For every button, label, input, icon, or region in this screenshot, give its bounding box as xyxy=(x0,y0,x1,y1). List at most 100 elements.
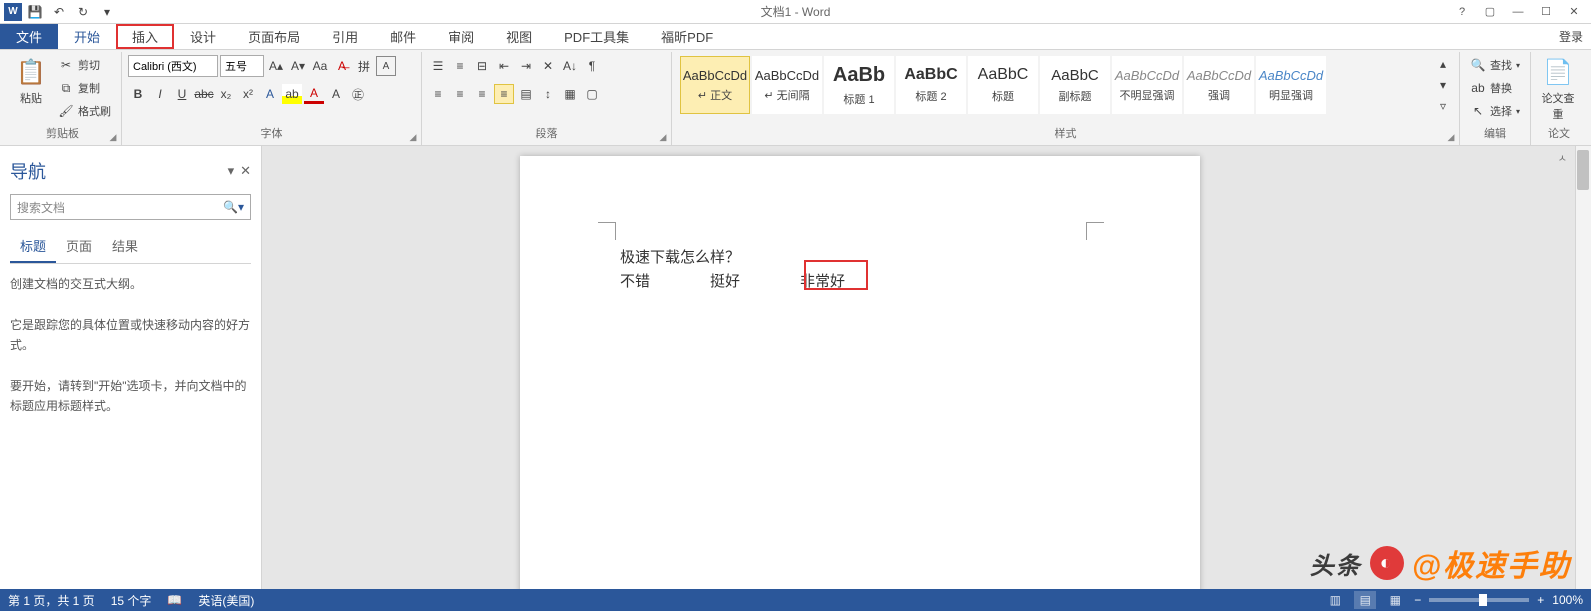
cut-button[interactable]: ✂剪切 xyxy=(54,54,115,76)
clipboard-launcher-icon[interactable]: ◢ xyxy=(107,131,119,143)
save-button[interactable]: 💾 xyxy=(24,1,46,23)
italic-button[interactable]: I xyxy=(150,84,170,104)
phonetic-guide-button[interactable]: 拼 xyxy=(354,56,374,76)
status-proofing-icon[interactable]: 📖 xyxy=(167,593,182,607)
justify-button[interactable]: ≡ xyxy=(494,84,514,104)
font-launcher-icon[interactable]: ◢ xyxy=(407,131,419,143)
vertical-scrollbar[interactable] xyxy=(1575,146,1591,589)
page[interactable]: 极速下载怎么样？ 不错 挺好 非常好 xyxy=(520,156,1200,589)
align-center-button[interactable]: ≡ xyxy=(450,84,470,104)
font-color-button[interactable]: A xyxy=(304,84,324,104)
styles-scroll-down-icon[interactable]: ▾ xyxy=(1433,75,1453,95)
shading-button[interactable]: ▦ xyxy=(560,84,580,104)
sort-button[interactable]: A↓ xyxy=(560,56,580,76)
align-right-button[interactable]: ≡ xyxy=(472,84,492,104)
close-button[interactable]: ✕ xyxy=(1561,2,1587,22)
redo-button[interactable]: ↻ xyxy=(72,1,94,23)
tab-福昕PDF[interactable]: 福昕PDF xyxy=(645,24,729,49)
status-language[interactable]: 英语(美国) xyxy=(198,592,254,609)
decrease-indent-button[interactable]: ⇤ xyxy=(494,56,514,76)
paragraph-launcher-icon[interactable]: ◢ xyxy=(657,131,669,143)
style-副标题[interactable]: AaBbC副标题 xyxy=(1040,56,1110,114)
ribbon-display-button[interactable]: ▢ xyxy=(1477,2,1503,22)
enclose-characters-button[interactable]: ㊣ xyxy=(348,84,368,104)
styles-expand-icon[interactable]: ▿ xyxy=(1433,96,1453,116)
asian-layout-button[interactable]: ✕ xyxy=(538,56,558,76)
qat-customize-icon[interactable]: ▾ xyxy=(96,1,118,23)
nav-tab-结果[interactable]: 结果 xyxy=(102,230,148,263)
status-word-count[interactable]: 15 个字 xyxy=(111,592,152,609)
tab-页面布局[interactable]: 页面布局 xyxy=(232,24,316,49)
tab-邮件[interactable]: 邮件 xyxy=(374,24,432,49)
zoom-out-button[interactable]: − xyxy=(1414,593,1421,607)
scrollbar-thumb[interactable] xyxy=(1577,150,1589,190)
change-case-button[interactable]: Aa xyxy=(310,56,330,76)
styles-gallery[interactable]: AaBbCcDd↵ 正文AaBbCcDd↵ 无间隔AaBb标题 1AaBbC标题… xyxy=(678,54,1431,116)
clear-formatting-button[interactable]: A̶ xyxy=(332,56,352,76)
zoom-slider[interactable] xyxy=(1429,598,1529,602)
distributed-button[interactable]: ▤ xyxy=(516,84,536,104)
tab-开始[interactable]: 开始 xyxy=(58,24,116,49)
borders-button[interactable]: ▢ xyxy=(582,84,602,104)
style-强调[interactable]: AaBbCcDd强调 xyxy=(1184,56,1254,114)
character-shading-button[interactable]: A xyxy=(326,84,346,104)
view-read-mode-button[interactable]: ▥ xyxy=(1324,591,1346,609)
view-print-layout-button[interactable]: ▤ xyxy=(1354,591,1376,609)
tab-视图[interactable]: 视图 xyxy=(490,24,548,49)
align-left-button[interactable]: ≡ xyxy=(428,84,448,104)
numbering-button[interactable]: ≡ xyxy=(450,56,470,76)
style-不明显强调[interactable]: AaBbCcDd不明显强调 xyxy=(1112,56,1182,114)
paste-button[interactable]: 📋 粘贴 xyxy=(10,54,52,108)
format-painter-button[interactable]: 🖌格式刷 xyxy=(54,100,115,122)
multilevel-list-button[interactable]: ⊟ xyxy=(472,56,492,76)
grow-font-button[interactable]: A▴ xyxy=(266,56,286,76)
view-web-layout-button[interactable]: ▦ xyxy=(1384,591,1406,609)
style-标题[interactable]: AaBbC标题 xyxy=(968,56,1038,114)
shrink-font-button[interactable]: A▾ xyxy=(288,56,308,76)
superscript-button[interactable]: x² xyxy=(238,84,258,104)
find-button[interactable]: 🔍查找▾ xyxy=(1466,54,1524,76)
tab-PDF工具集[interactable]: PDF工具集 xyxy=(548,24,645,49)
replace-button[interactable]: ab替换 xyxy=(1466,77,1524,99)
minimize-button[interactable]: — xyxy=(1505,2,1531,22)
style-↵ 无间隔[interactable]: AaBbCcDd↵ 无间隔 xyxy=(752,56,822,114)
styles-launcher-icon[interactable]: ◢ xyxy=(1445,131,1457,143)
font-name-combo[interactable]: Calibri (西文) xyxy=(128,55,218,77)
tab-设计[interactable]: 设计 xyxy=(174,24,232,49)
bullets-button[interactable]: ☰ xyxy=(428,56,448,76)
zoom-in-button[interactable]: + xyxy=(1537,593,1544,607)
nav-dropdown-icon[interactable]: ▾ xyxy=(228,163,235,179)
tab-审阅[interactable]: 审阅 xyxy=(432,24,490,49)
nav-tab-页面[interactable]: 页面 xyxy=(56,230,102,263)
style-标题 2[interactable]: AaBbC标题 2 xyxy=(896,56,966,114)
status-page[interactable]: 第 1 页，共 1 页 xyxy=(8,592,95,609)
underline-button[interactable]: U xyxy=(172,84,192,104)
nav-tab-标题[interactable]: 标题 xyxy=(10,230,56,263)
zoom-level[interactable]: 100% xyxy=(1552,593,1583,607)
help-button[interactable]: ? xyxy=(1449,2,1475,22)
select-button[interactable]: ↖选择▾ xyxy=(1466,100,1524,122)
font-size-combo[interactable]: 五号 xyxy=(220,55,264,77)
show-hide-button[interactable]: ¶ xyxy=(582,56,602,76)
subscript-button[interactable]: x₂ xyxy=(216,84,236,104)
style-明显强调[interactable]: AaBbCcDd明显强调 xyxy=(1256,56,1326,114)
copy-button[interactable]: ⧉复制 xyxy=(54,77,115,99)
nav-close-button[interactable]: ✕ xyxy=(240,163,251,179)
zoom-slider-thumb[interactable] xyxy=(1479,594,1487,606)
maximize-button[interactable]: ☐ xyxy=(1533,2,1559,22)
style-↵ 正文[interactable]: AaBbCcDd↵ 正文 xyxy=(680,56,750,114)
text-effects-button[interactable]: A xyxy=(260,84,280,104)
highlight-button[interactable]: ab xyxy=(282,84,302,104)
tab-file[interactable]: 文件 xyxy=(0,24,58,49)
styles-scroll-up-icon[interactable]: ▴ xyxy=(1433,54,1453,74)
style-标题 1[interactable]: AaBb标题 1 xyxy=(824,56,894,114)
increase-indent-button[interactable]: ⇥ xyxy=(516,56,536,76)
strikethrough-button[interactable]: abc xyxy=(194,84,214,104)
undo-button[interactable]: ↶ xyxy=(48,1,70,23)
document-area[interactable]: ㅅ 极速下载怎么样？ 不错 挺好 非常好 xyxy=(262,146,1591,589)
tab-引用[interactable]: 引用 xyxy=(316,24,374,49)
character-border-button[interactable]: A xyxy=(376,56,396,76)
paper-check-button[interactable]: 📄 论文查重 xyxy=(1537,54,1579,124)
sign-in-link[interactable]: 登录 xyxy=(1551,24,1591,49)
bold-button[interactable]: B xyxy=(128,84,148,104)
